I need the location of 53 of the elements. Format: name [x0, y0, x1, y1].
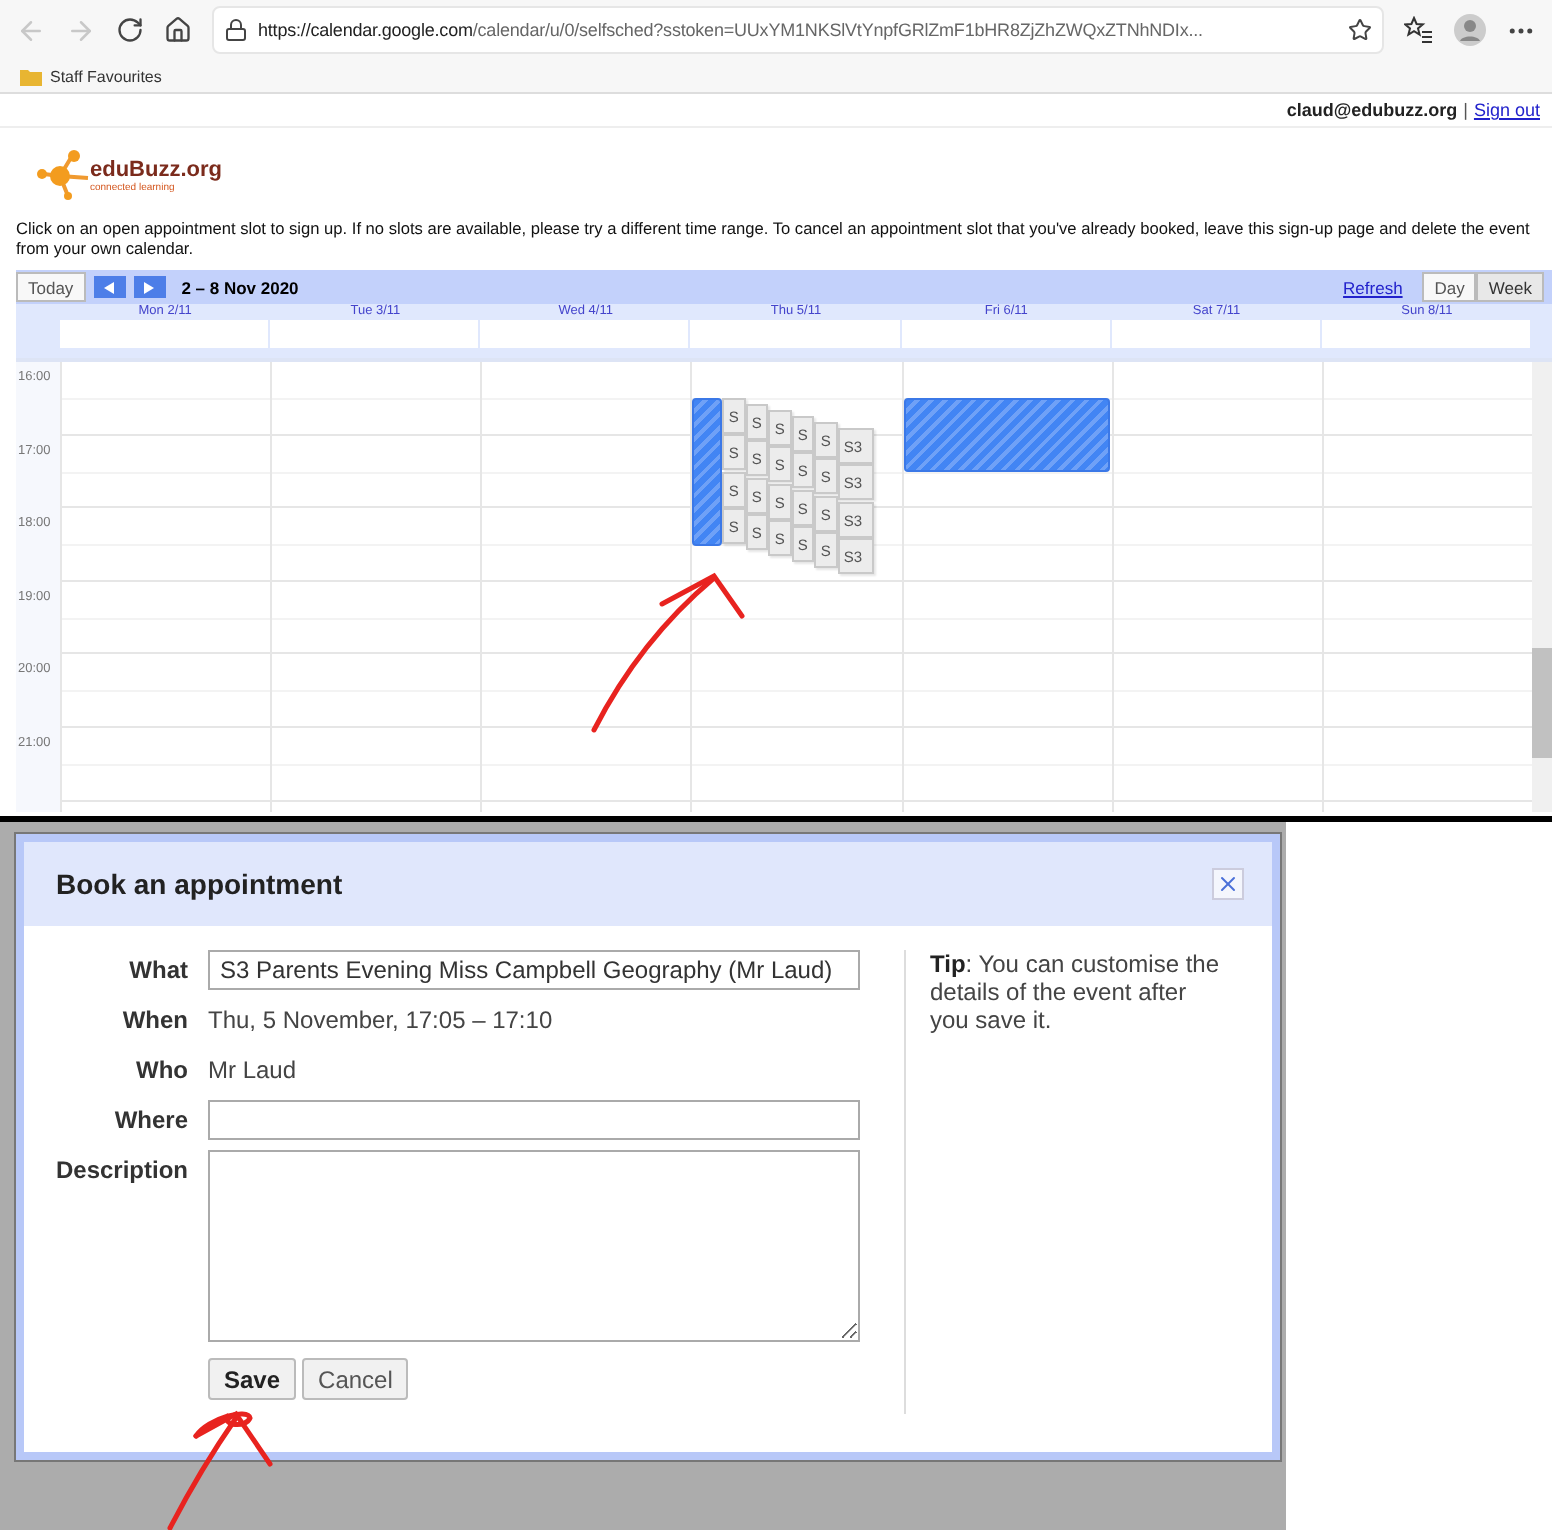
all-day-cell[interactable] [480, 320, 689, 348]
field-label: Description [53, 1154, 188, 1188]
today-button[interactable]: Today [16, 272, 86, 302]
all-day-cell[interactable] [1111, 320, 1320, 348]
previous-button[interactable] [93, 276, 126, 298]
description-field[interactable] [208, 1150, 860, 1342]
close-icon [1216, 872, 1240, 896]
date-range: 2 – 8 Nov 2020 [181, 277, 299, 297]
back-icon[interactable] [16, 15, 46, 45]
busy-event[interactable] [903, 398, 1110, 472]
dialog-title: Book an appointment [56, 868, 343, 900]
scrollbar[interactable] [1531, 362, 1552, 812]
all-day-cell[interactable] [690, 320, 900, 348]
scrollbar-thumb[interactable] [1531, 648, 1552, 758]
lock-icon [224, 18, 248, 42]
profile-icon[interactable] [1454, 14, 1486, 46]
bookmark-folder[interactable]: Staff Favourites [20, 67, 162, 85]
secondary-button[interactable]: Cancel [302, 1358, 409, 1400]
field-label: Where [112, 1104, 188, 1138]
arrow-annotation [167, 1410, 273, 1530]
input-field[interactable] [208, 1100, 860, 1140]
field-value: Thu, 5 November, 17:05 – 17:10 [208, 1004, 555, 1038]
field-label: What [127, 954, 188, 988]
left-triangle-icon [104, 281, 115, 293]
reload-icon[interactable] [116, 16, 144, 44]
view-tab[interactable]: Day [1422, 272, 1477, 302]
input-field[interactable]: S3 Parents Evening Miss Campbell Geography (Mr Laud) [208, 950, 860, 990]
field-label: When [120, 1004, 188, 1038]
forward-icon[interactable] [66, 15, 96, 45]
favorites-icon[interactable] [1404, 16, 1434, 44]
instructions-text: Click on an open appointment slot to sign up. If no slots are available, please try a different time range. To cancel an appointment slot that you've already booked, leave this sign-up page and delete the event from your own calendar. [16, 218, 1532, 258]
field-label: Who [134, 1054, 188, 1088]
field-value: Mr Laud [208, 1054, 299, 1088]
next-button[interactable] [133, 276, 166, 298]
all-day-cell[interactable] [901, 320, 1110, 348]
folder-icon [20, 67, 42, 85]
right-triangle-icon [144, 281, 155, 293]
star-icon[interactable] [1348, 18, 1372, 42]
close-button[interactable] [1212, 868, 1244, 900]
tip-text: Tip: You can customise the details of the event after you save it. [930, 950, 1222, 1038]
all-day-cell[interactable] [60, 320, 269, 348]
all-day-cell[interactable] [1321, 320, 1530, 348]
sign-out-link[interactable]: Sign out [1473, 100, 1540, 120]
busy-event[interactable] [692, 398, 723, 546]
primary-button[interactable]: Save [208, 1358, 297, 1400]
address-bar[interactable]: https://calendar.google.com/calendar/u/0/selfsched?sstoken=UUxYM1NKSlVtYnpfGRlZmF1bHR8ZjZhZWQxZTNhNDIx... [212, 6, 1384, 54]
view-tab[interactable]: Week [1476, 272, 1544, 302]
account-email: claud@edubuzz.org [1286, 100, 1458, 120]
all-day-cell[interactable] [270, 320, 479, 348]
home-icon[interactable] [164, 16, 192, 44]
logo-name: eduBuzz.org [90, 159, 222, 181]
separator-text: | [1463, 100, 1468, 120]
refresh-link[interactable]: Refresh [1343, 277, 1403, 297]
